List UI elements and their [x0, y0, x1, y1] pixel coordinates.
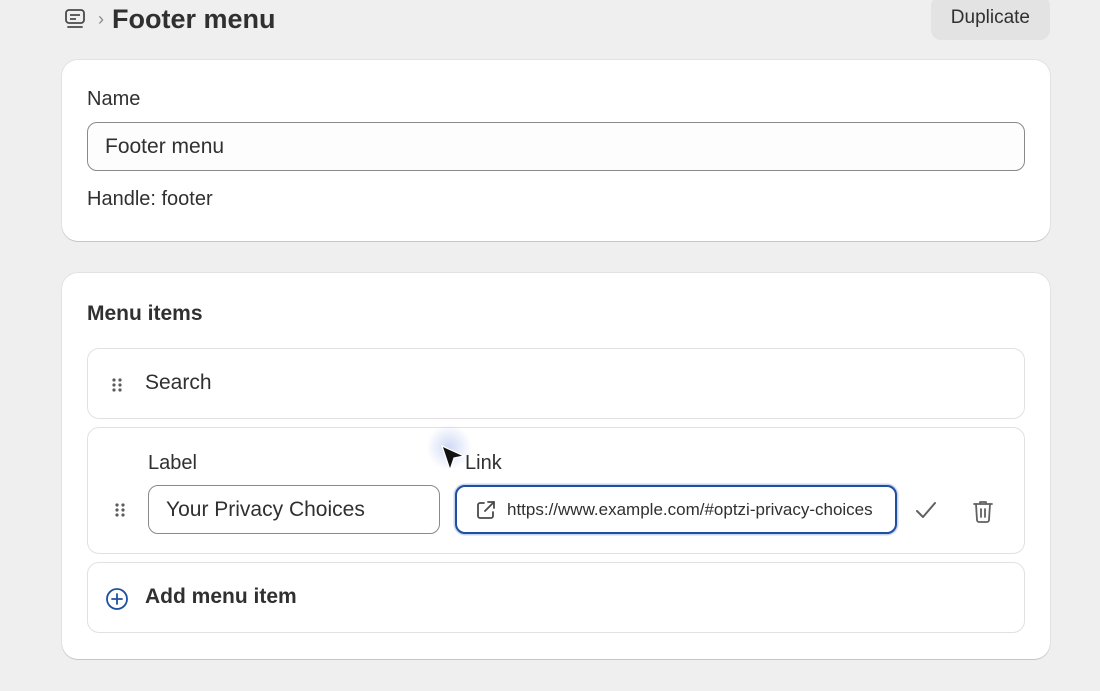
handle-text: Handle: footer — [87, 188, 213, 210]
mouse-cursor-icon — [440, 444, 468, 474]
menu-item-search[interactable]: Search — [87, 348, 1025, 419]
duplicate-button[interactable]: Duplicate — [930, 0, 1050, 40]
link-input[interactable] — [507, 499, 887, 520]
link-heading: Link — [465, 452, 502, 474]
link-field[interactable] — [455, 485, 897, 534]
menu-item-label: Search — [145, 371, 212, 394]
name-label: Name — [87, 88, 141, 110]
plus-circle-icon — [105, 587, 129, 611]
external-link-icon — [475, 499, 497, 521]
page-title: Footer menu — [112, 3, 276, 34]
label-heading: Label — [148, 452, 197, 474]
add-menu-item-label: Add menu item — [145, 585, 297, 608]
name-input[interactable] — [87, 122, 1025, 171]
drag-handle-icon[interactable] — [110, 376, 124, 394]
menu-items-card: Menu items Search Label Link Your Privac… — [62, 273, 1050, 659]
menu-items-title: Menu items — [87, 302, 203, 325]
name-card: Name Handle: footer — [62, 60, 1050, 241]
drag-handle-icon[interactable] — [113, 501, 127, 519]
menu-editor-page: › Footer menu Duplicate Name Handle: foo… — [0, 0, 1100, 691]
menu-item-editing: Label Link — [87, 427, 1025, 554]
trash-icon[interactable] — [972, 499, 994, 523]
label-input[interactable] — [148, 485, 440, 534]
page-header: › Footer menu Duplicate — [62, 0, 1050, 40]
check-icon[interactable] — [914, 498, 938, 522]
breadcrumb-separator: › — [98, 8, 104, 29]
menu-icon[interactable] — [62, 6, 88, 32]
add-menu-item-button[interactable]: Add menu item — [87, 562, 1025, 633]
